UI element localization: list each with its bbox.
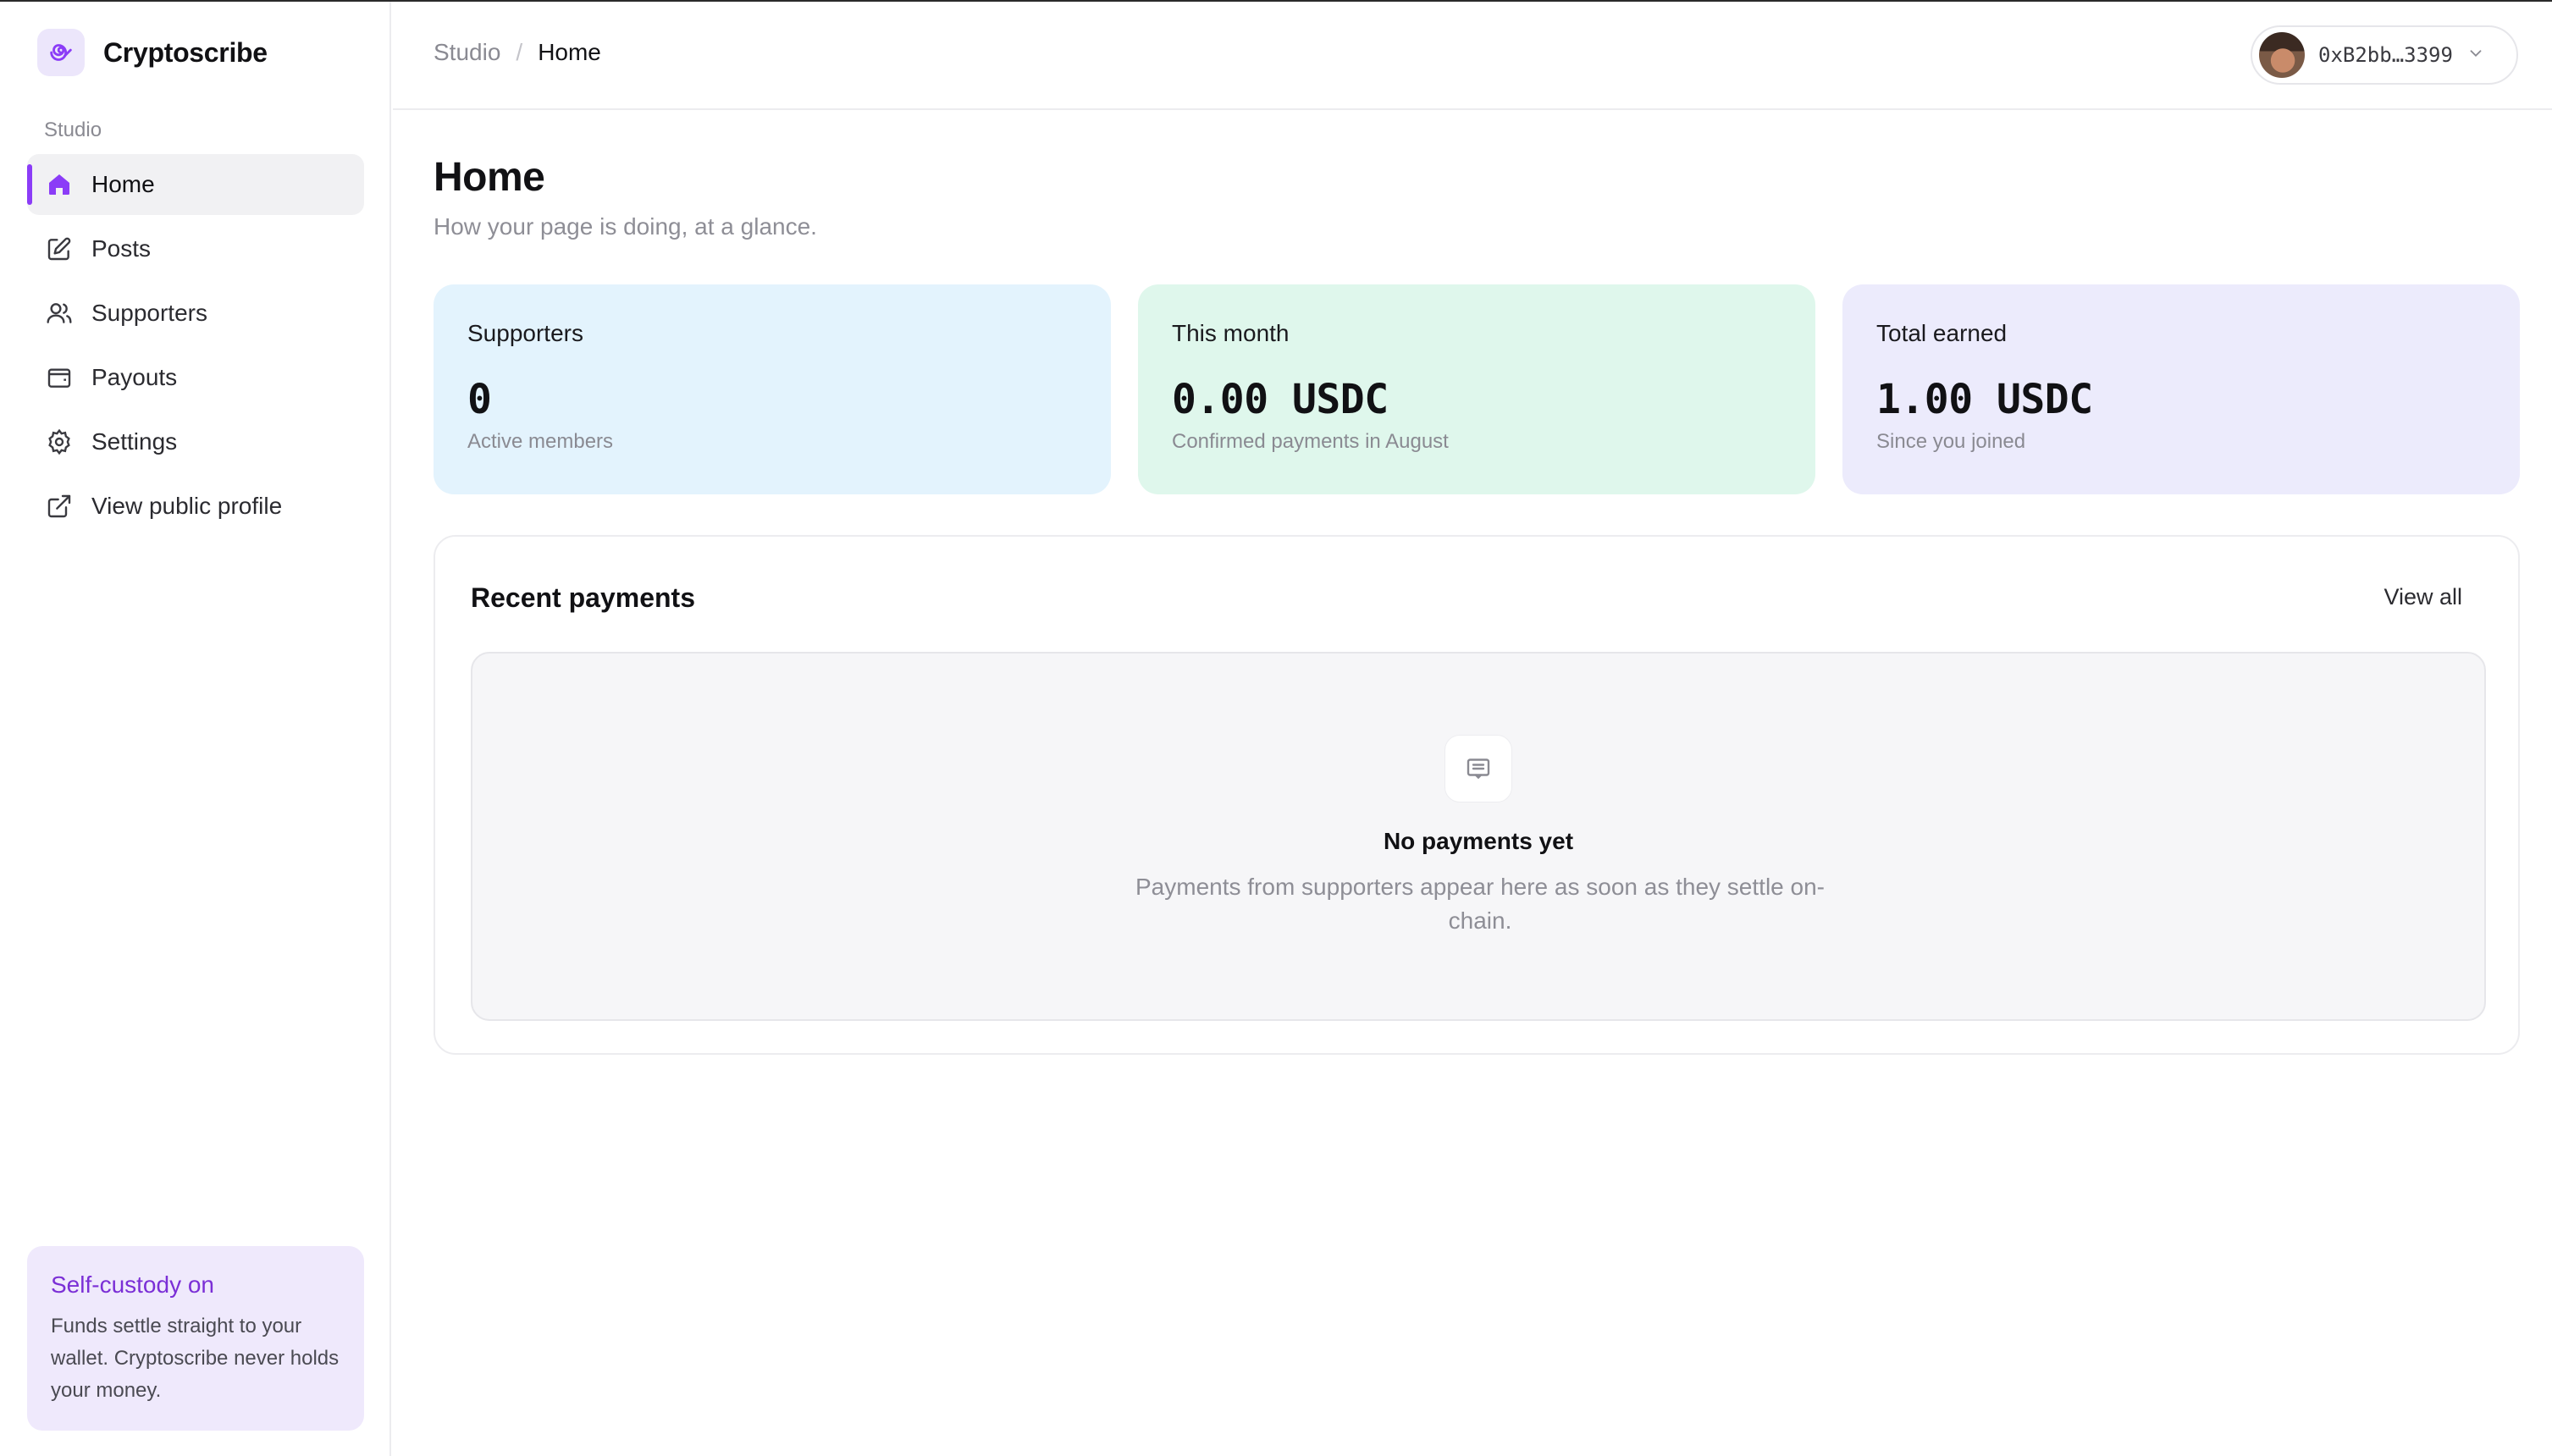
stat-caption: Since you joined (1876, 430, 2026, 453)
stat-value: 1.00 USDC (1876, 376, 2093, 423)
gear-icon (44, 427, 75, 457)
avatar (2259, 32, 2305, 78)
self-custody-text: Funds settle straight to your wallet. Cr… (51, 1315, 340, 1402)
users-icon (44, 298, 75, 328)
stat-card-this-month: This month 0.00 USDC Confirmed payments … (1138, 284, 1815, 494)
breadcrumb: Studio / Home (434, 39, 601, 66)
sidebar: Cryptoscribe Studio Home Posts Supporter… (0, 2, 391, 1456)
edit-icon (44, 234, 75, 264)
receipt-icon (1444, 735, 1512, 802)
stat-caption: Active members (467, 430, 614, 453)
empty-state-title: No payments yet (1383, 828, 1574, 854)
top-bar: Studio / Home 0xB2bb…3399 (393, 2, 2552, 110)
stat-caption: Confirmed payments in August (1172, 430, 1449, 453)
sidebar-item-label: View public profile (91, 493, 283, 519)
sidebar-section-label: Studio (44, 119, 102, 141)
recent-payments-title: Recent payments (471, 582, 695, 613)
spiral-logo-icon (37, 29, 85, 76)
view-all-link[interactable]: View all (2384, 584, 2462, 610)
sidebar-item-label: Supporters (91, 300, 207, 326)
breadcrumb-separator: / (516, 39, 523, 65)
sidebar-item-home[interactable]: Home (27, 154, 364, 215)
recent-payments-card: Recent payments View all No payments yet… (434, 535, 2520, 1055)
page-subtitle: How your page is doing, at a glance. (434, 213, 817, 240)
sidebar-item-label: Home (91, 171, 155, 197)
sidebar-item-label: Posts (91, 235, 152, 262)
brand-name: Cryptoscribe (103, 36, 268, 68)
stat-value: 0 (467, 376, 492, 423)
sidebar-item-settings[interactable]: Settings (27, 411, 364, 472)
stat-label: Total earned (1876, 320, 2008, 346)
wallet-address: 0xB2bb…3399 (2318, 43, 2453, 67)
self-custody-title: Self-custody on (51, 1271, 214, 1298)
sidebar-nav: Home Posts Supporters Payouts Settings V… (27, 154, 364, 540)
sidebar-item-posts[interactable]: Posts (27, 218, 364, 279)
wallet-icon (44, 362, 75, 393)
external-link-icon (44, 491, 75, 521)
self-custody-card: Self-custody on Funds settle straight to… (27, 1246, 364, 1431)
page-title: Home (434, 155, 545, 200)
sidebar-item-supporters[interactable]: Supporters (27, 283, 364, 344)
stat-card-supporters: Supporters 0 Active members (434, 284, 1111, 494)
sidebar-item-payouts[interactable]: Payouts (27, 347, 364, 408)
stat-label: Supporters (467, 320, 583, 346)
wallet-button[interactable]: 0xB2bb…3399 (2251, 25, 2518, 85)
stat-card-total-earned: Total earned 1.00 USDC Since you joined (1842, 284, 2520, 494)
stat-value: 0.00 USDC (1172, 376, 1389, 423)
sidebar-item-view-public-profile[interactable]: View public profile (27, 476, 364, 537)
brand[interactable]: Cryptoscribe (37, 29, 268, 76)
stat-label: This month (1172, 320, 1290, 346)
breadcrumb-studio[interactable]: Studio (434, 39, 500, 66)
sidebar-item-label: Settings (91, 428, 178, 455)
empty-state-text: Payments from supporters appear here as … (1135, 874, 1825, 934)
home-icon (44, 169, 75, 200)
sidebar-item-label: Payouts (91, 364, 178, 390)
breadcrumb-current: Home (538, 39, 601, 65)
empty-state: No payments yet Payments from supporters… (471, 652, 2486, 1021)
chevron-down-icon (2466, 44, 2485, 67)
